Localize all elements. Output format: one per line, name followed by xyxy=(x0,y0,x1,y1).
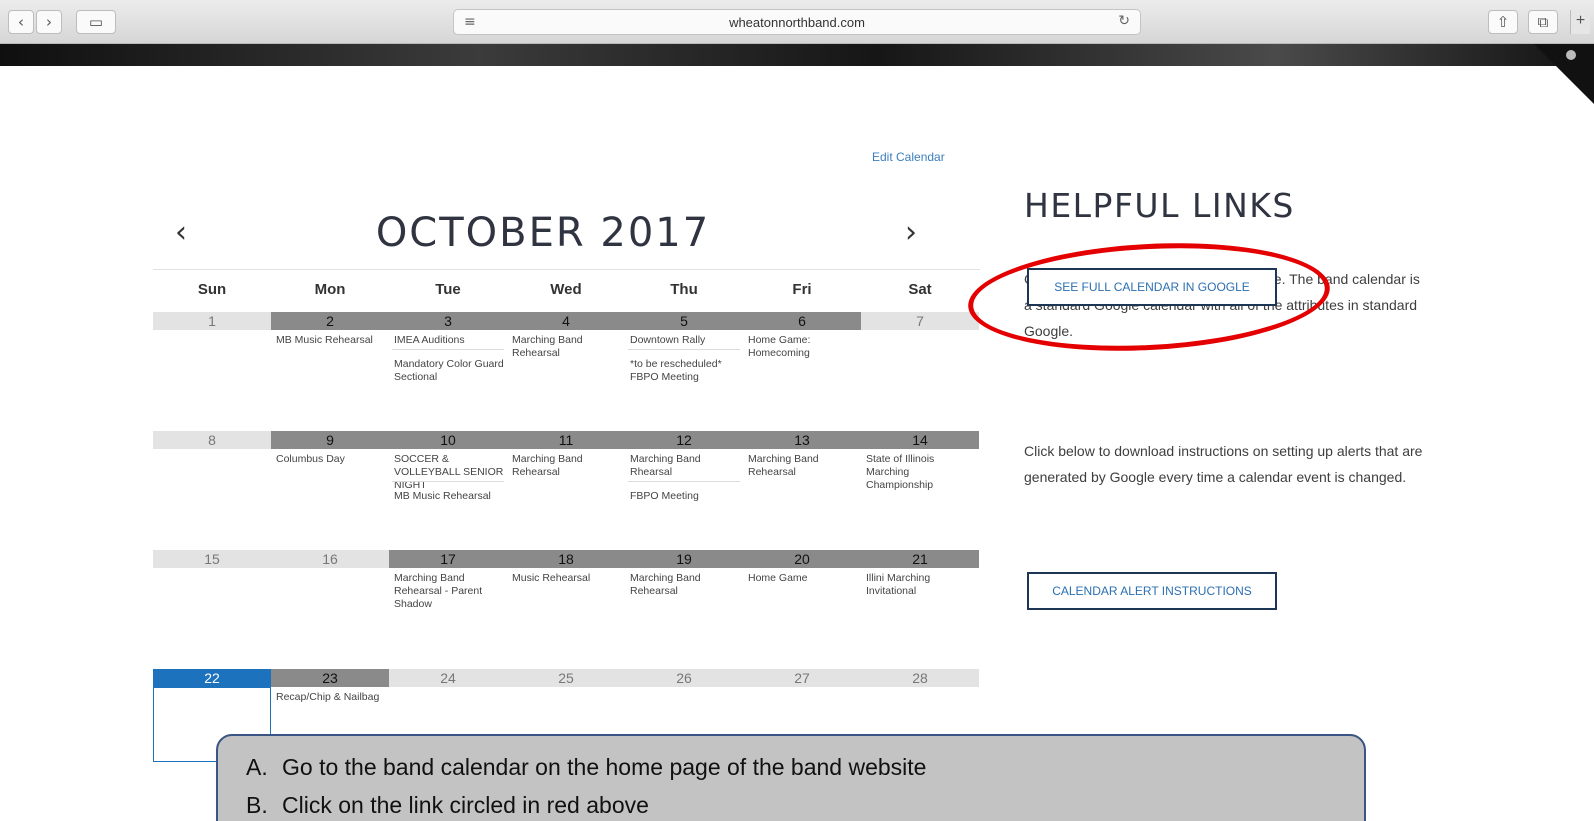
share-icon[interactable]: ⇧ xyxy=(1488,10,1518,34)
calendar-title: OCTOBER 2017 xyxy=(375,210,711,256)
day-number-21[interactable]: 21 xyxy=(861,550,979,568)
callout-line-a: A. Go to the band calendar on the home pa… xyxy=(246,754,926,781)
reload-icon[interactable]: ↻ xyxy=(1118,13,1130,29)
new-tab-icon[interactable]: + xyxy=(1570,10,1590,34)
calendar-event[interactable]: MB Music Rehearsal xyxy=(276,334,388,347)
callout-text: Click on the link circled in red above xyxy=(282,792,649,818)
day-of-week-thu: Thu xyxy=(670,281,698,298)
day-number-26[interactable]: 26 xyxy=(625,669,743,687)
url-text: wheatonnorthband.com xyxy=(729,15,865,30)
day-of-week-fri: Fri xyxy=(792,281,812,298)
day-number-4[interactable]: 4 xyxy=(507,312,625,330)
day-number-1[interactable]: 1 xyxy=(153,312,271,330)
hero-image-strip xyxy=(0,44,1594,66)
settings-dot-icon[interactable] xyxy=(1566,50,1576,60)
day-number-5[interactable]: 5 xyxy=(625,312,743,330)
day-of-week-tue: Tue xyxy=(435,281,461,298)
calendar-event[interactable]: Marching Band Rehearsal - Parent Shadow xyxy=(394,572,506,611)
corner-ribbon xyxy=(1534,44,1594,104)
day-number-2[interactable]: 2 xyxy=(271,312,389,330)
callout-line-b: B. Click on the link circled in red above xyxy=(246,792,649,819)
day-number-24[interactable]: 24 xyxy=(389,669,507,687)
day-of-week-wed: Wed xyxy=(550,281,582,298)
day-number-14[interactable]: 14 xyxy=(861,431,979,449)
day-number-8[interactable]: 8 xyxy=(153,431,271,449)
day-number-13[interactable]: 13 xyxy=(743,431,861,449)
day-number-9[interactable]: 9 xyxy=(271,431,389,449)
calendar-event[interactable]: Marching Band Rehearsal xyxy=(512,334,624,360)
calendar-event[interactable]: MB Music Rehearsal xyxy=(394,490,506,503)
event-separator xyxy=(628,481,740,482)
calendar-event[interactable]: Marching Band Rehearsal xyxy=(748,453,860,479)
calendar-event[interactable]: Music Rehearsal xyxy=(512,572,624,585)
calendar-event[interactable]: Columbus Day xyxy=(276,453,388,466)
day-number-10[interactable]: 10 xyxy=(389,431,507,449)
back-icon[interactable]: ‹ xyxy=(8,10,34,34)
day-number-11[interactable]: 11 xyxy=(507,431,625,449)
day-number-27[interactable]: 27 xyxy=(743,669,861,687)
day-number-18[interactable]: 18 xyxy=(507,550,625,568)
sidebar-icon[interactable]: ▭ xyxy=(76,10,116,34)
calendar-event[interactable]: Mandatory Color Guard Sectional xyxy=(394,358,506,384)
day-number-17[interactable]: 17 xyxy=(389,550,507,568)
helpful-links-text-alerts: Click below to download instructions on … xyxy=(1024,443,1423,485)
callout-letter: A. xyxy=(246,754,268,780)
next-month-icon[interactable]: › xyxy=(905,215,917,250)
day-number-23[interactable]: 23 xyxy=(271,669,389,687)
tabs-icon[interactable]: ⧉ xyxy=(1528,10,1558,34)
address-bar[interactable]: ≡ wheatonnorthband.com ↻ xyxy=(453,9,1141,35)
day-number-19[interactable]: 19 xyxy=(625,550,743,568)
forward-icon[interactable]: › xyxy=(36,10,62,34)
calendar-event[interactable]: SOCCER & VOLLEYBALL SENIOR NIGHT xyxy=(394,453,506,492)
calendar-event[interactable]: Home Game: Homecoming xyxy=(748,334,860,360)
day-number-20[interactable]: 20 xyxy=(743,550,861,568)
calendar-event[interactable]: IMEA Auditions xyxy=(394,334,506,347)
callout-letter: B. xyxy=(246,792,268,818)
calendar-event[interactable]: State of Illinois Marching Championship xyxy=(866,453,978,492)
helpful-links-title: HELPFUL LINKS xyxy=(1024,186,1295,225)
day-number-6[interactable]: 6 xyxy=(743,312,861,330)
calendar-event[interactable]: Illini Marching Invitational xyxy=(866,572,978,598)
browser-toolbar: ‹ › ▭ ≡ wheatonnorthband.com ↻ ⇧ ⧉ + xyxy=(0,0,1594,44)
day-number-22[interactable]: 22 xyxy=(153,669,271,687)
calendar-event[interactable]: Marching Band Rhearsal xyxy=(630,453,742,479)
calendar-event[interactable]: *to be rescheduled* FBPO Meeting xyxy=(630,358,742,384)
day-of-week-sat: Sat xyxy=(908,281,932,298)
event-separator xyxy=(628,349,740,350)
event-separator xyxy=(392,481,504,482)
day-number-28[interactable]: 28 xyxy=(861,669,979,687)
calendar-event[interactable]: Recap/Chip & Nailbag xyxy=(276,691,388,704)
calendar-divider xyxy=(153,269,980,270)
event-separator xyxy=(392,349,504,350)
callout-text: Go to the band calendar on the home page… xyxy=(282,754,927,780)
calendar-event[interactable]: FBPO Meeting xyxy=(630,490,742,503)
day-number-15[interactable]: 15 xyxy=(153,550,271,568)
day-number-12[interactable]: 12 xyxy=(625,431,743,449)
instruction-callout: A. Go to the band calendar on the home pa… xyxy=(216,734,1366,821)
day-number-3[interactable]: 3 xyxy=(389,312,507,330)
day-number-7[interactable]: 7 xyxy=(861,312,979,330)
calendar-event[interactable]: Marching Band Rehearsal xyxy=(630,572,742,598)
prev-month-icon[interactable]: ‹ xyxy=(175,215,187,250)
calendar-event[interactable]: Home Game xyxy=(748,572,860,585)
day-of-week-mon: Mon xyxy=(314,281,346,298)
calendar-event[interactable]: Marching Band Rehearsal xyxy=(512,453,624,479)
edit-calendar-link[interactable]: Edit Calendar xyxy=(872,150,945,164)
calendar-alert-instructions-button[interactable]: CALENDAR ALERT INSTRUCTIONS xyxy=(1027,572,1277,610)
day-number-25[interactable]: 25 xyxy=(507,669,625,687)
day-of-week-sun: Sun xyxy=(197,281,227,298)
calendar-event[interactable]: Downtown Rally xyxy=(630,334,742,347)
day-number-16[interactable]: 16 xyxy=(271,550,389,568)
